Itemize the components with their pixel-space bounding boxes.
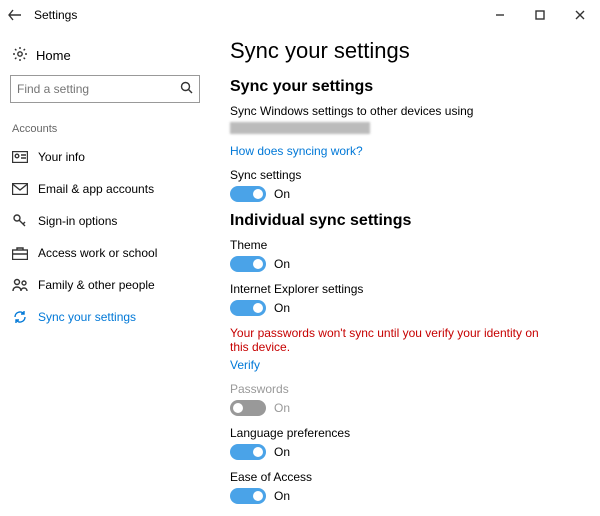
person-card-icon [12,149,28,165]
sidebar: Home Accounts Your info Email & app acco… [0,30,210,516]
help-link[interactable]: How does syncing work? [230,144,363,158]
toggle-state: On [274,445,290,459]
toggle-label: Sync settings [230,168,580,182]
toggle-label: Language preferences [230,426,580,440]
sync-description: Sync Windows settings to other devices u… [230,104,580,118]
minimize-button[interactable] [480,0,520,30]
toggle-state: On [274,257,290,271]
language-toggle[interactable] [230,444,266,460]
sidebar-item-label: Family & other people [38,278,155,292]
section-heading: Sync your settings [230,78,580,96]
ease-toggle[interactable] [230,488,266,504]
page-title: Sync your settings [230,38,580,64]
home-nav[interactable]: Home [10,40,200,75]
theme-toggle[interactable] [230,256,266,272]
sidebar-item-work[interactable]: Access work or school [10,237,200,269]
search-box[interactable] [10,75,200,103]
sidebar-item-label: Access work or school [38,246,157,260]
content-area: Sync your settings Sync your settings Sy… [210,30,600,516]
verify-link[interactable]: Verify [230,358,260,372]
sidebar-item-label: Sign-in options [38,214,117,228]
key-icon [12,213,28,229]
toggle-state: On [274,301,290,315]
ie-toggle[interactable] [230,300,266,316]
sidebar-item-signin[interactable]: Sign-in options [10,205,200,237]
back-button[interactable] [0,0,30,30]
home-label: Home [36,48,71,63]
section-label: Accounts [10,119,200,141]
search-input[interactable] [17,82,180,96]
sidebar-item-sync[interactable]: Sync your settings [10,301,200,333]
sidebar-item-email[interactable]: Email & app accounts [10,173,200,205]
sidebar-item-label: Sync your settings [38,310,136,324]
people-icon [12,277,28,293]
sync-icon [12,309,28,325]
toggle-label: Passwords [230,382,580,396]
passwords-toggle [230,400,266,416]
sync-settings-toggle[interactable] [230,186,266,202]
toggle-state: On [274,187,290,201]
sidebar-item-family[interactable]: Family & other people [10,269,200,301]
window-title: Settings [30,8,77,22]
toggle-state: On [274,401,290,415]
sidebar-item-label: Email & app accounts [38,182,154,196]
toggle-label: Theme [230,238,580,252]
sidebar-item-your-info[interactable]: Your info [10,141,200,173]
search-icon [180,81,193,97]
toggle-label: Ease of Access [230,470,580,484]
close-button[interactable] [560,0,600,30]
toggle-label: Internet Explorer settings [230,282,580,296]
mail-icon [12,181,28,197]
titlebar: Settings [0,0,600,30]
maximize-button[interactable] [520,0,560,30]
briefcase-icon [12,245,28,261]
sidebar-item-label: Your info [38,150,85,164]
password-warning: Your passwords won't sync until you veri… [230,326,560,354]
gear-icon [12,46,28,65]
redacted-account [230,122,370,134]
section-heading: Individual sync settings [230,212,580,230]
toggle-state: On [274,489,290,503]
